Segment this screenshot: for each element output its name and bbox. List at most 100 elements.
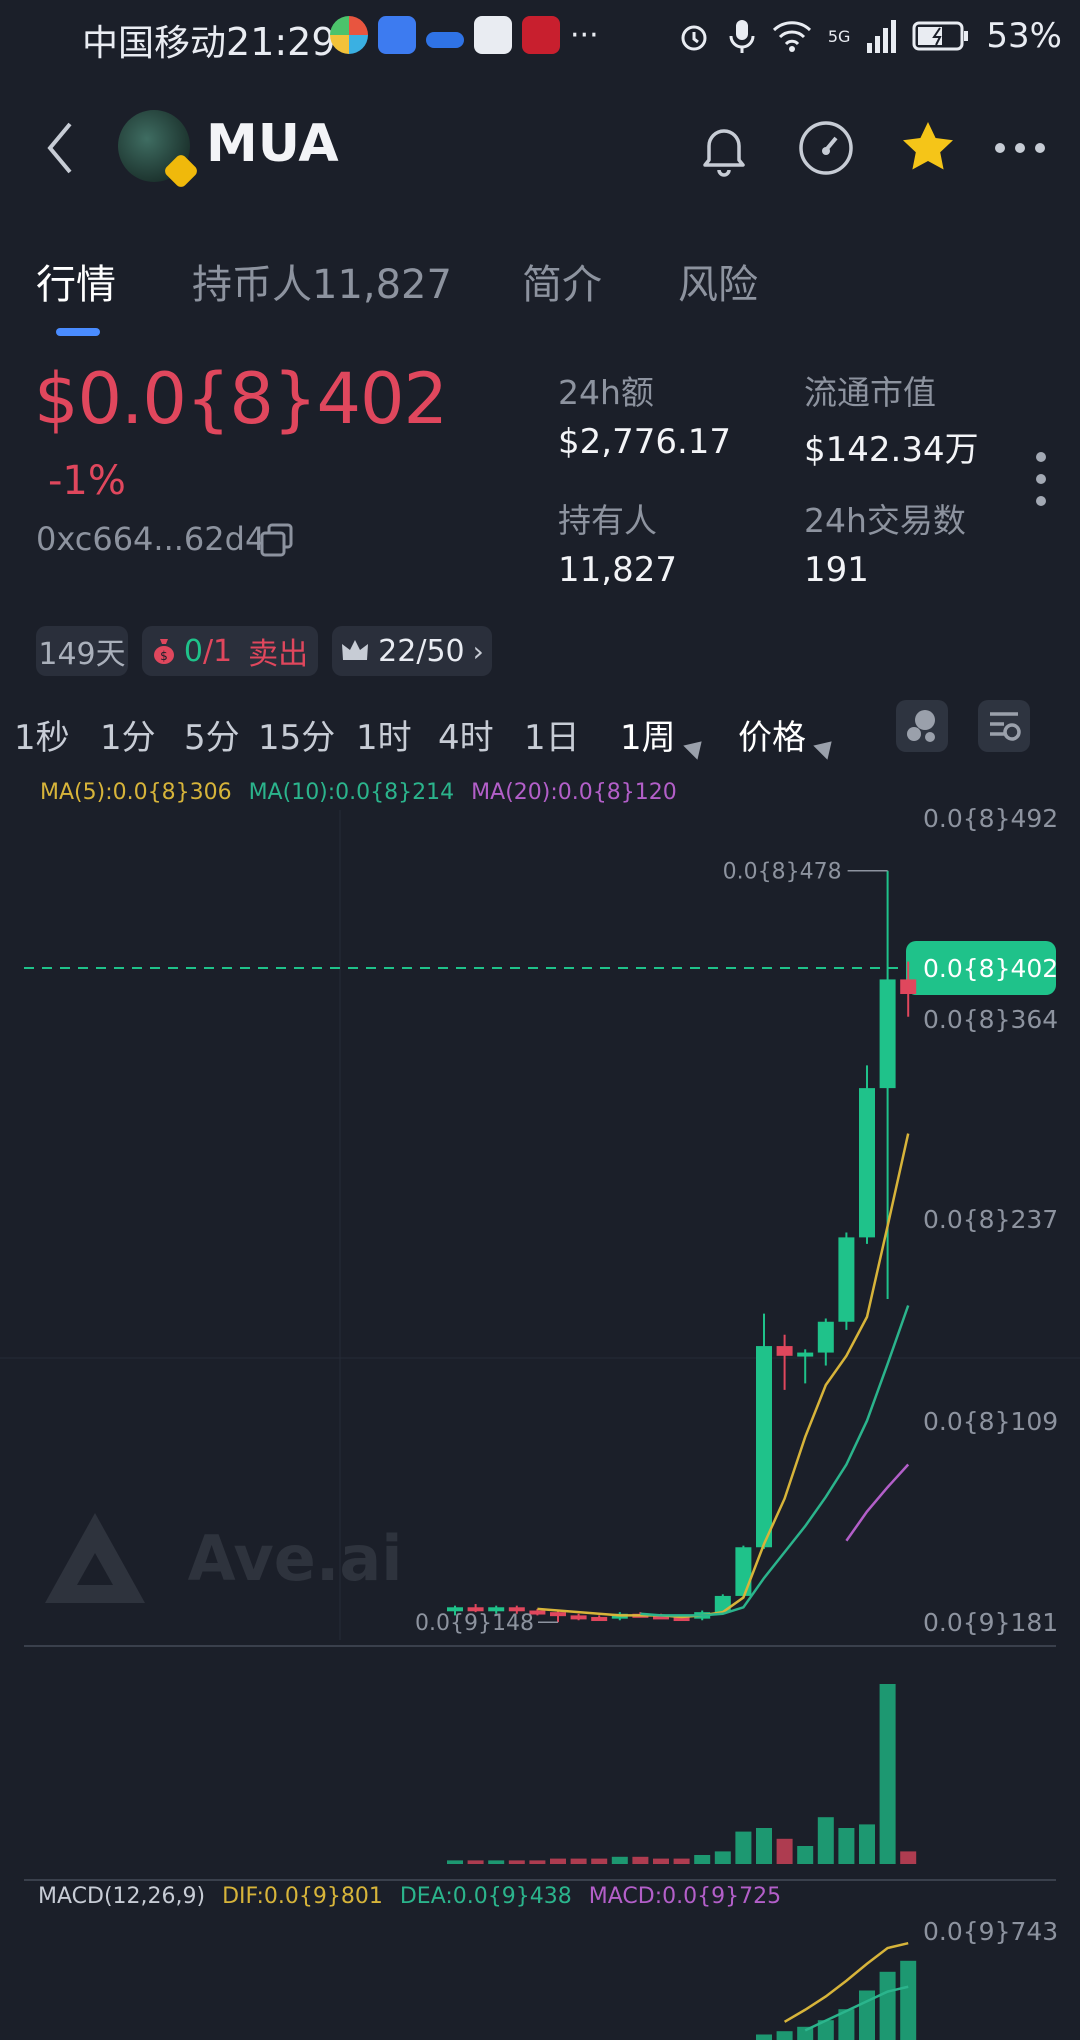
candle-body [735,1547,752,1596]
system-status: 5G 53% [676,16,1062,56]
status-bar: 中国移动21:29 ··· 5G 53% [0,0,1080,72]
min-price-label: 0.0{9}148 [415,1611,534,1636]
txns-value: 191 [804,550,869,590]
money-bag-icon: $ [153,639,174,664]
price-mode-dropdown[interactable]: 价格 [738,710,839,760]
app-notification-icon [330,16,368,54]
last-price-label: 0.0{8}402 [923,954,1058,983]
interval-1h[interactable]: 1时 [356,710,412,759]
interval-dropdown[interactable]: 1周 [620,710,709,760]
chain-badge-icon [162,152,200,190]
speedometer-icon[interactable] [796,118,856,178]
candle-body [859,1088,875,1238]
volume-bar [714,1851,731,1864]
interval-1s[interactable]: 1秒 [14,710,70,759]
market-cap-value: $142.34万 [804,430,979,470]
volume-bar [756,1828,772,1864]
macd-legend: MACD(12,26,9) DIF:0.0{9}801 DEA:0.0{9}43… [38,1884,781,1909]
more-notifications-icon: ··· [570,17,599,53]
contract-address: 0xc664...62d4 [36,520,266,558]
bubbles-icon [907,710,935,742]
tab-risk[interactable]: 风险 [678,252,758,310]
indicator-toggle-button[interactable] [896,700,948,752]
candle-body [797,1352,814,1357]
volume-bar [673,1858,690,1864]
candle-body [550,1612,566,1617]
market-cap-label: 流通市值 [804,373,936,412]
microphone-icon [729,20,755,53]
candle-body [776,1346,793,1356]
volume-value: $2,776.17 [558,422,732,462]
candle-body [570,1615,587,1620]
ma10-line [640,1305,910,1617]
interval-15m[interactable]: 15分 [258,710,335,759]
top-holders-badge[interactable]: 22/50 › [332,626,492,676]
y-axis-label: 0.0{8}364 [923,1005,1058,1034]
app-notification-icon [426,32,464,48]
volume-bar [797,1846,814,1864]
macd-hist-bar [879,1971,896,2040]
candle-body [591,1617,608,1622]
ma20-line [845,1463,910,1542]
volume-bar [859,1824,875,1864]
volume-bar [570,1858,587,1864]
interval-4h[interactable]: 4时 [438,710,494,759]
favorite-star-icon[interactable] [898,118,958,178]
candle-body [879,979,896,1089]
interval-5m[interactable]: 5分 [184,710,240,759]
back-arrow-icon[interactable] [40,118,80,178]
txns-label: 24h交易数 [804,501,966,540]
status-carrier-time: 中国移动21:29 [82,20,336,64]
volume-bar [838,1828,855,1864]
volume-bar [776,1838,793,1864]
battery-icon [912,21,969,51]
ma5-line [537,1133,910,1619]
y-axis-label: 0.0{8}492 [923,804,1058,833]
y-axis-label: 0.0{9}181 [923,1608,1058,1637]
candle-body [838,1237,855,1322]
settings-list-icon [990,712,1021,741]
volume-bar [611,1856,628,1864]
tab-bar: 行情 持币人11,827 简介 风险 [0,240,1080,340]
candle-body [756,1346,772,1548]
interval-1d[interactable]: 1日 [524,710,580,759]
tab-holders[interactable]: 持币人11,827 [192,252,452,310]
macd-value-label: MACD:0.0{9}725 [588,1884,782,1909]
price-chart[interactable]: 0.0{8}492 0.0{8}364 0.0{8}237 0.0{8}109 0.0{… [0,800,1080,2040]
holders-label: 持有人 [558,501,657,540]
app-notification-icon [474,16,512,54]
crown-icon [342,640,369,660]
price-change: -1% [48,458,126,504]
volume-bar [632,1856,649,1864]
interval-1m[interactable]: 1分 [100,710,156,759]
holders-value: 11,827 [558,550,677,590]
candle-body [900,979,917,995]
more-options-icon[interactable] [990,118,1050,178]
macd-title: MACD(12,26,9) [38,1884,206,1909]
volume-bar [488,1860,505,1864]
volume-bar [735,1831,752,1864]
bell-icon[interactable] [694,118,754,178]
volume-bar [653,1858,669,1864]
volume-bar [591,1858,608,1864]
volume-bar [879,1684,896,1864]
macd-dif-label: DIF:0.0{9}801 [222,1884,383,1909]
tab-intro[interactable]: 简介 [522,252,602,310]
copy-icon[interactable] [258,522,296,560]
battery-percent: 53% [986,16,1062,56]
chart-settings-button[interactable] [978,700,1030,752]
buy-sell-badge[interactable]: $ 0/1 卖出 [142,626,318,676]
token-header: MUA [0,90,1080,200]
app-notification-icon [522,16,560,54]
macd-hist-bar [900,1960,917,2040]
volume-bar [447,1860,463,1864]
volume-bar [900,1851,917,1864]
candle-body [817,1321,834,1353]
macd-hist-bar [776,2031,793,2040]
vertical-more-icon[interactable] [1036,452,1048,508]
macd-dea-label: DEA:0.0{9}438 [399,1884,572,1909]
macd-hist-bar [756,2034,772,2040]
volume-bar [467,1860,484,1864]
tab-market[interactable]: 行情 [36,252,116,310]
token-age-badge: 149天 [36,626,128,676]
